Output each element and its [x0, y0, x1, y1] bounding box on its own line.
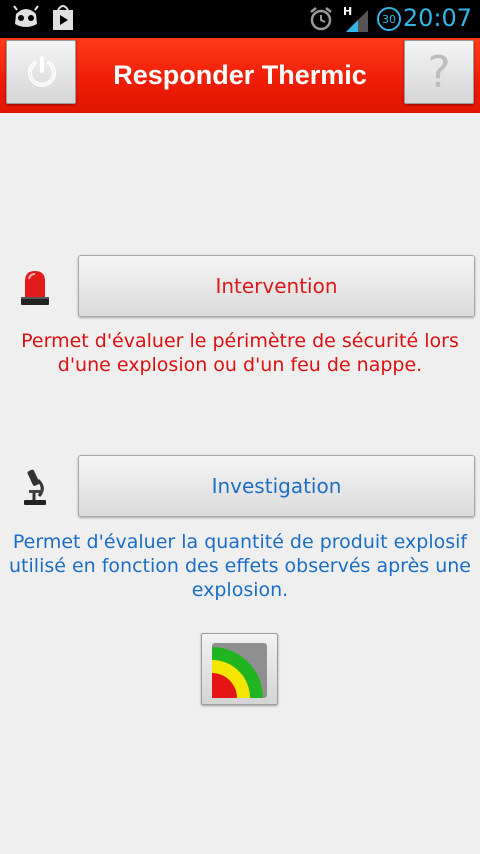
notification-count: 30 — [382, 13, 396, 26]
zone-arcs-icon — [212, 643, 267, 702]
android-robot-icon — [10, 4, 42, 36]
status-bar: H 30 20:07 — [0, 0, 480, 38]
zone-chart-button[interactable] — [201, 633, 278, 705]
investigation-description: Permet d'évaluer la quantité de produit … — [9, 531, 471, 601]
intervention-button[interactable]: Intervention — [78, 255, 475, 317]
signal-icon: H — [342, 5, 370, 37]
alarm-icon — [308, 5, 334, 37]
power-button[interactable] — [6, 40, 76, 104]
intervention-description: Permet d'évaluer le périmètre de sécurit… — [21, 330, 459, 376]
investigation-button[interactable]: Investigation — [78, 455, 475, 517]
signal-type-label: H — [343, 5, 352, 18]
power-icon — [25, 55, 59, 93]
help-button[interactable]: ? — [404, 40, 474, 104]
siren-icon — [18, 267, 52, 313]
app-title: Responder Thermic — [113, 60, 367, 90]
play-store-icon — [50, 4, 76, 36]
microscope-icon — [20, 466, 50, 512]
status-clock: 20:07 — [402, 4, 472, 32]
help-icon: ? — [427, 47, 451, 98]
action-bar: Responder Thermic ? — [0, 38, 480, 113]
notification-badge-icon: 30 — [376, 5, 402, 37]
